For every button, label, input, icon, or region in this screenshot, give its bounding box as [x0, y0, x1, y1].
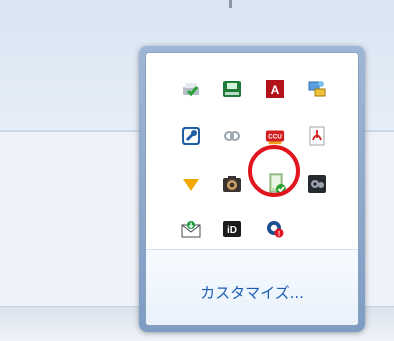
creative-cloud-icon[interactable] [222, 126, 242, 146]
adobe-acrobat-icon[interactable]: A [265, 79, 285, 99]
window-edge-marker [229, 0, 232, 8]
green-disk-icon[interactable] [222, 79, 242, 99]
pdf-icon[interactable] [307, 126, 327, 146]
mail-download-icon[interactable] [181, 219, 201, 239]
network-icon[interactable] [307, 79, 327, 99]
highlight-circle [248, 145, 300, 197]
flyout-footer: カスタマイズ... [146, 249, 358, 325]
notification-area-overflow-flyout: A CCU iD ! カスタマイズ... [139, 46, 365, 332]
tool-settings-icon[interactable] [181, 126, 201, 146]
ccu-icon[interactable]: CCU [265, 126, 285, 146]
gears-icon[interactable] [307, 174, 327, 194]
ccu-label: CCU [268, 134, 282, 141]
printer-check-icon[interactable] [181, 79, 201, 99]
camera-icon[interactable] [222, 174, 242, 194]
flyout-panel: A CCU iD ! カスタマイズ... [145, 52, 359, 326]
id-label: iD [227, 225, 237, 236]
customize-link[interactable]: カスタマイズ... [146, 282, 358, 303]
adobe-letter: A [271, 83, 280, 97]
tray-icon-grid: A CCU iD ! [146, 53, 358, 249]
id-icon[interactable]: iD [222, 219, 242, 239]
yellow-chevron-icon[interactable] [181, 174, 201, 194]
dropbox-alert-icon[interactable]: ! [265, 219, 285, 239]
alert-mark: ! [278, 231, 280, 238]
